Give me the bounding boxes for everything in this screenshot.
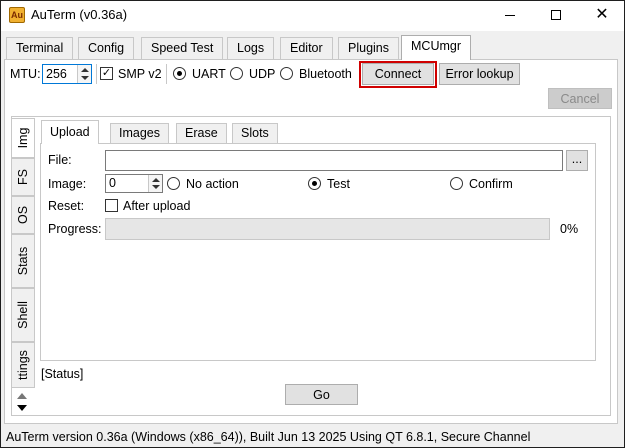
image-value: 0 (109, 176, 116, 190)
arrow-down-icon (17, 405, 27, 411)
progress-label: Progress: (48, 222, 102, 236)
progress-bar (105, 218, 550, 240)
test-radio[interactable] (308, 177, 321, 190)
no-action-radio[interactable] (167, 177, 180, 190)
spin-down-icon (152, 185, 160, 189)
mtu-value: 256 (46, 67, 67, 81)
window-title: AuTerm (v0.36a) (31, 7, 128, 22)
vtab-shell[interactable]: Shell (11, 288, 35, 342)
vtab-scroll-down-button[interactable] (13, 402, 32, 414)
smp-v2-label: SMP v2 (118, 67, 162, 81)
tab-plugins[interactable]: Plugins (338, 37, 399, 59)
go-button[interactable]: Go (285, 384, 358, 405)
vtab-settings[interactable]: ttings (11, 342, 35, 388)
cancel-button[interactable]: Cancel (548, 88, 612, 109)
mtu-label: MTU: (10, 67, 41, 81)
image-label: Image: (48, 177, 87, 191)
bluetooth-radio[interactable] (280, 67, 293, 80)
subtab-erase[interactable]: Erase (176, 123, 227, 143)
vtab-scroll-up-button[interactable] (13, 390, 32, 402)
close-button[interactable]: ✕ (579, 0, 625, 30)
spin-up-icon (81, 68, 89, 72)
confirm-label: Confirm (469, 177, 513, 191)
minimize-icon (505, 14, 515, 16)
file-input[interactable] (105, 150, 563, 171)
spin-up-icon (152, 178, 160, 182)
vtab-img[interactable]: Img (11, 118, 35, 158)
spin-down-icon (81, 76, 89, 80)
after-upload-checkbox[interactable] (105, 199, 118, 212)
after-upload-label: After upload (123, 199, 191, 213)
test-label: Test (327, 177, 350, 191)
vtab-os[interactable]: OS (11, 196, 35, 234)
udp-label: UDP (249, 67, 276, 81)
tab-logs[interactable]: Logs (227, 37, 275, 59)
maximize-icon (551, 10, 561, 20)
close-icon: ✕ (595, 6, 609, 23)
confirm-radio[interactable] (450, 177, 463, 190)
udp-radio[interactable] (230, 67, 243, 80)
no-action-label: No action (186, 177, 239, 191)
smp-v2-checkbox[interactable]: ✓ (100, 67, 113, 80)
mtu-spinbox[interactable]: 256 (42, 64, 92, 84)
uart-radio[interactable] (173, 67, 186, 80)
uart-label: UART (192, 67, 226, 81)
maximize-button[interactable] (533, 0, 579, 30)
error-lookup-button[interactable]: Error lookup (439, 63, 520, 85)
subtab-images[interactable]: Images (110, 123, 169, 143)
file-label: File: (48, 153, 72, 167)
reset-label: Reset: (48, 199, 85, 213)
vtab-stats[interactable]: Stats (11, 234, 35, 288)
divider (96, 64, 97, 84)
status-text: [Status] (41, 367, 84, 381)
arrow-up-icon (17, 393, 27, 399)
tab-terminal[interactable]: Terminal (6, 37, 74, 59)
vtab-fs[interactable]: FS (11, 158, 35, 196)
connect-button[interactable]: Connect (362, 63, 434, 85)
tab-mcumgr[interactable]: MCUmgr (401, 35, 471, 60)
mtu-spin-buttons[interactable] (77, 65, 91, 83)
divider (166, 64, 167, 84)
bluetooth-label: Bluetooth (299, 67, 352, 81)
status-bar: AuTerm version 0.36a (Windows (x86_64)),… (6, 430, 531, 444)
browse-button[interactable]: ... (566, 150, 588, 171)
subtab-upload[interactable]: Upload (41, 120, 99, 144)
tab-speed-test[interactable]: Speed Test (141, 37, 224, 59)
tab-editor[interactable]: Editor (280, 37, 333, 59)
image-spinbox[interactable]: 0 (105, 174, 163, 193)
subtab-slots[interactable]: Slots (232, 123, 278, 143)
progress-percent: 0% (560, 222, 579, 236)
tab-config[interactable]: Config (78, 37, 135, 59)
app-icon: Au (9, 7, 25, 23)
minimize-button[interactable] (487, 0, 533, 30)
image-spin-buttons[interactable] (148, 175, 162, 192)
